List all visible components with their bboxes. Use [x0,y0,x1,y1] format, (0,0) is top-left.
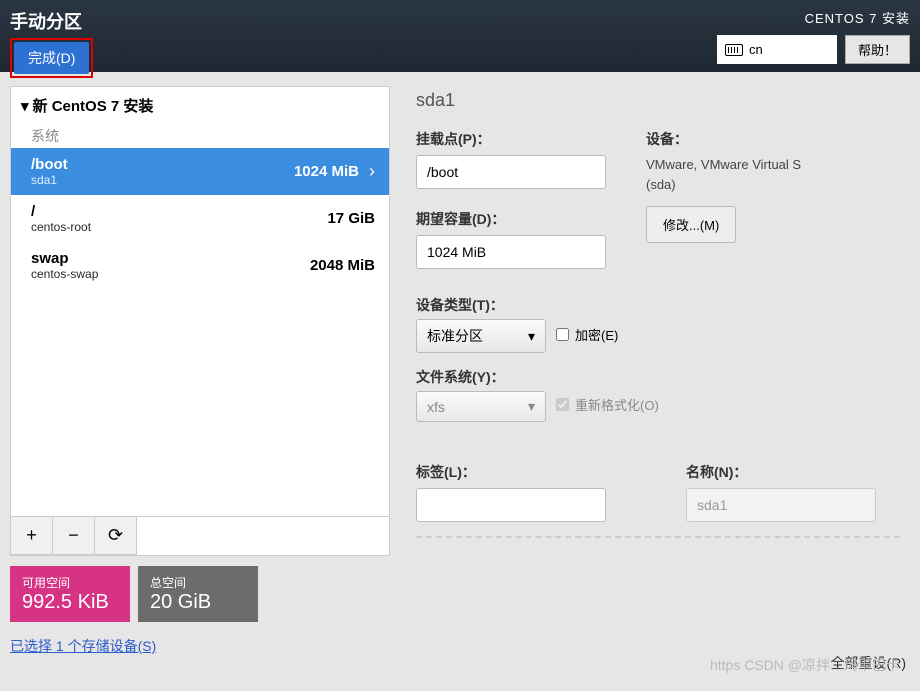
tree-section-label: 系统 [11,124,389,148]
storage-devices-link[interactable]: 已选择 1 个存储设备(S) [10,636,156,656]
partition-row[interactable]: swap centos-swap 2048 MiB [11,242,389,289]
encrypt-checkbox-row[interactable]: 加密(E) [556,325,618,344]
chevron-down-icon: ▾ [21,97,29,115]
partition-name: /boot [31,156,68,173]
available-space-label: 可用空间 [22,574,118,591]
reload-button[interactable]: ⟳ [95,517,137,555]
partition-name: / [31,203,91,220]
filesystem-value: xfs [427,399,445,415]
remove-partition-button[interactable]: − [53,517,95,555]
device-type-select[interactable]: 标准分区 ▾ [416,319,546,353]
modify-button[interactable]: 修改...(M) [646,206,736,243]
tag-label: 标签(L)： [416,462,606,482]
partition-toolbar: + − ⟳ [11,516,389,555]
partition-device: sda1 [31,173,68,187]
partition-name: swap [31,250,98,267]
partition-device: centos-root [31,220,91,234]
partition-row[interactable]: /boot sda1 1024 MiB › [11,148,389,195]
chevron-right-icon: › [369,161,375,182]
add-partition-button[interactable]: + [11,517,53,555]
divider [416,536,900,538]
partition-row[interactable]: / centos-root 17 GiB [11,195,389,242]
total-space-label: 总空间 [150,574,246,591]
device-label: 设备： [646,129,826,149]
capacity-label: 期望容量(D)： [416,209,606,229]
tag-input[interactable] [416,488,606,522]
mount-point-input[interactable] [416,155,606,189]
name-label: 名称(N)： [686,462,876,482]
keyboard-indicator[interactable]: cn [717,35,837,64]
device-type-value: 标准分区 [427,326,483,346]
mount-point-label: 挂载点(P)： [416,129,606,149]
reformat-checkbox [556,398,569,411]
tree-header[interactable]: ▾ 新 CentOS 7 安装 [11,87,389,124]
partition-size: 1024 MiB [294,163,359,180]
keyboard-icon [725,44,743,56]
partition-size: 17 GiB [327,210,375,227]
page-title: 手动分区 [10,8,93,34]
partition-details: sda1 挂载点(P)： 期望容量(D)： 设备： VMware, VMware… [406,86,910,556]
available-space-value: 992.5 KiB [22,591,118,614]
device-text: VMware, VMware Virtual S (sda) [646,155,826,194]
filesystem-label: 文件系统(Y)： [416,367,900,387]
partition-device: centos-swap [31,267,98,281]
tree-header-label: 新 CentOS 7 安装 [33,95,154,116]
available-space-box: 可用空间 992.5 KiB [10,566,130,622]
chevron-down-icon: ▾ [528,398,535,415]
chevron-down-icon: ▾ [528,328,535,345]
reformat-checkbox-row: 重新格式化(O) [556,395,659,414]
encrypt-label: 加密(E) [575,325,618,344]
keyboard-layout-text: cn [749,42,763,57]
partition-tree: ▾ 新 CentOS 7 安装 系统 /boot sda1 1024 MiB ›… [10,86,390,556]
name-input [686,488,876,522]
total-space-value: 20 GiB [150,591,246,614]
watermark: https CSDN @凉拌…玛卡巴卡 [710,655,900,675]
encrypt-checkbox[interactable] [556,328,569,341]
reformat-label: 重新格式化(O) [575,395,659,414]
device-title: sda1 [416,90,900,111]
device-type-label: 设备类型(T)： [416,295,900,315]
installer-title: CENTOS 7 安装 [805,8,910,27]
total-space-box: 总空间 20 GiB [138,566,258,622]
filesystem-select[interactable]: xfs ▾ [416,391,546,422]
bottom-area: 可用空间 992.5 KiB 总空间 20 GiB 已选择 1 个存储设备(S) [0,556,920,656]
done-button[interactable]: 完成(D) [14,42,89,74]
top-bar: 手动分区 完成(D) CENTOS 7 安装 cn 帮助！ [0,0,920,72]
capacity-input[interactable] [416,235,606,269]
partition-size: 2048 MiB [310,257,375,274]
done-highlight: 完成(D) [10,38,93,78]
help-button[interactable]: 帮助！ [845,35,910,64]
